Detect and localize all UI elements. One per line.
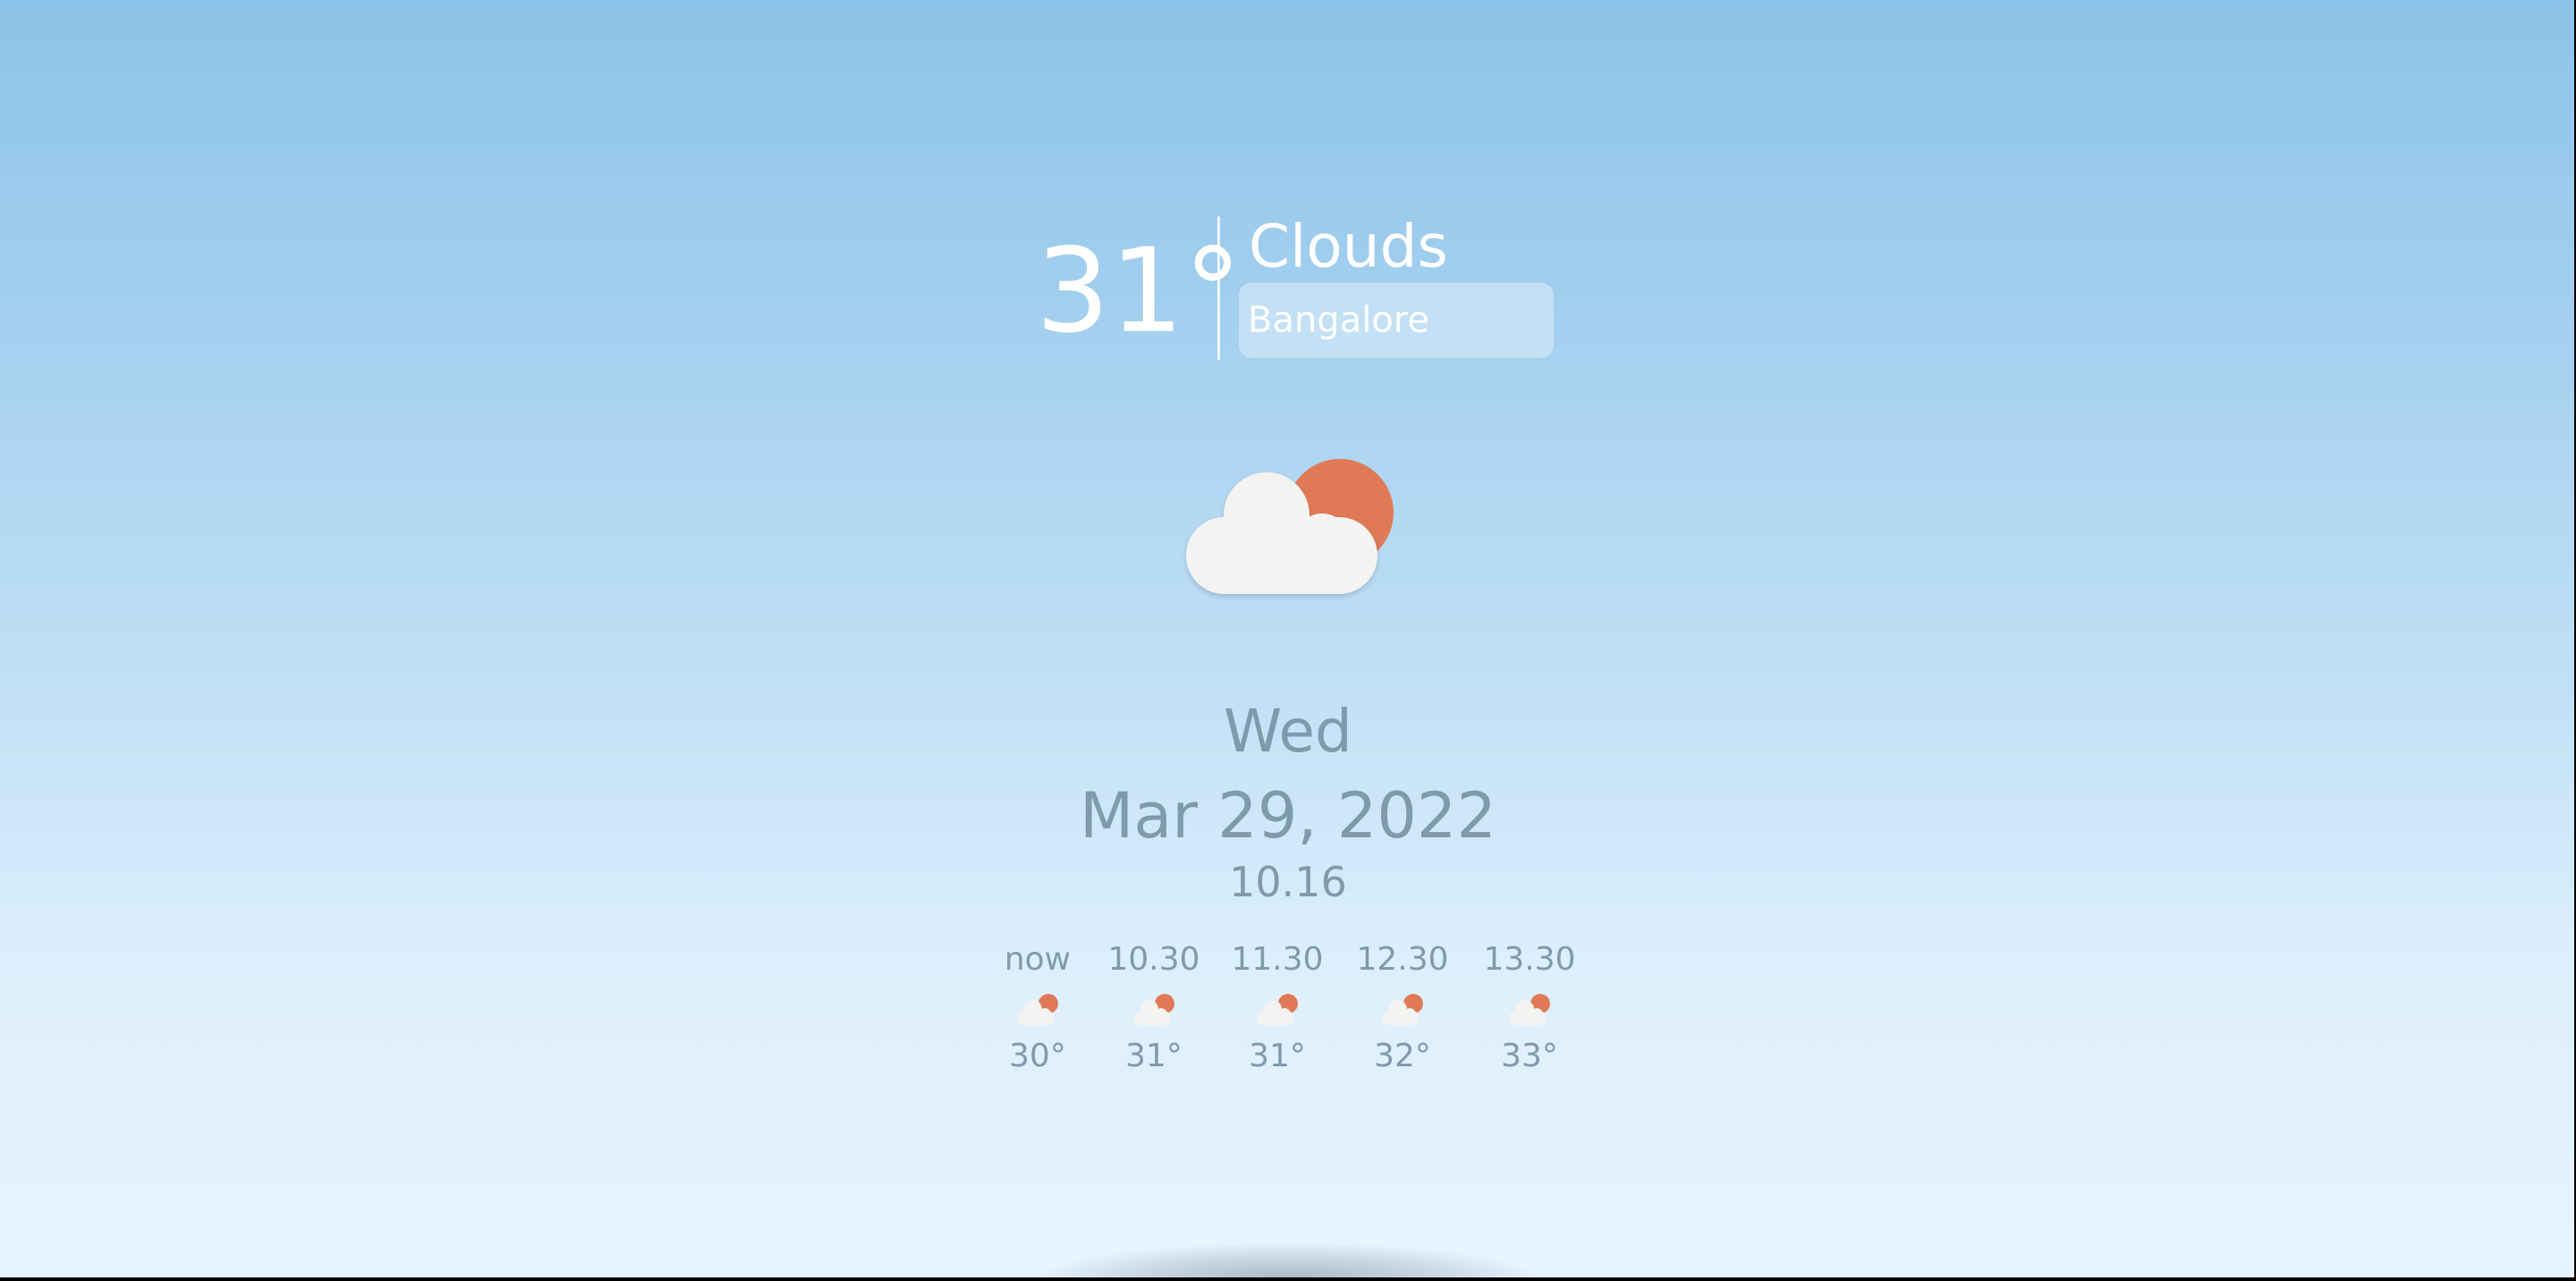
partly-cloudy-icon [1017, 994, 1058, 1025]
forecast-temperature: 32° [1374, 1038, 1431, 1074]
current-temperature: 31° [1036, 223, 1242, 359]
partly-cloudy-icon [1382, 994, 1423, 1025]
current-weather-header: 31° Clouds [1029, 211, 1583, 372]
partly-cloudy-icon [1509, 994, 1550, 1025]
weather-condition: Clouds [1249, 212, 1448, 281]
forecast-time: now [1004, 941, 1072, 978]
forecast-time: 12.30 [1356, 941, 1449, 978]
weather-app-screen: 31° Clouds Wed Mar 29, 2022 10.16 now 30… [0, 0, 2574, 1277]
forecast-time: 11.30 [1231, 941, 1324, 978]
forecast-item: 13.30 33° [1476, 939, 1583, 1077]
current-date: Mar 29, 2022 [1079, 779, 1497, 853]
forecast-item: 10.30 31° [1100, 939, 1208, 1077]
forecast-temperature: 31° [1125, 1038, 1182, 1074]
forecast-item: 11.30 31° [1224, 939, 1331, 1077]
forecast-temperature: 33° [1501, 1038, 1558, 1074]
forecast-temperature: 31° [1249, 1038, 1306, 1074]
current-time: 10.16 [1229, 858, 1347, 906]
forecast-temperature: 30° [1009, 1038, 1066, 1074]
forecast-item: now 30° [984, 939, 1091, 1077]
partly-cloudy-icon [1186, 459, 1394, 594]
partly-cloudy-icon [1257, 994, 1298, 1025]
forecast-item: 12.30 32° [1349, 939, 1456, 1077]
forecast-time: 13.30 [1483, 941, 1576, 978]
partly-cloudy-icon [1133, 994, 1174, 1025]
city-search-input[interactable] [1239, 283, 1554, 358]
day-of-week: Wed [1224, 697, 1352, 766]
bottom-shadow [1038, 1243, 1538, 1277]
hourly-forecast: now 30° 10.30 31° 11.30 31° 12.30 32° 13… [984, 939, 1610, 1091]
header-divider [1217, 216, 1220, 360]
forecast-time: 10.30 [1107, 941, 1200, 978]
